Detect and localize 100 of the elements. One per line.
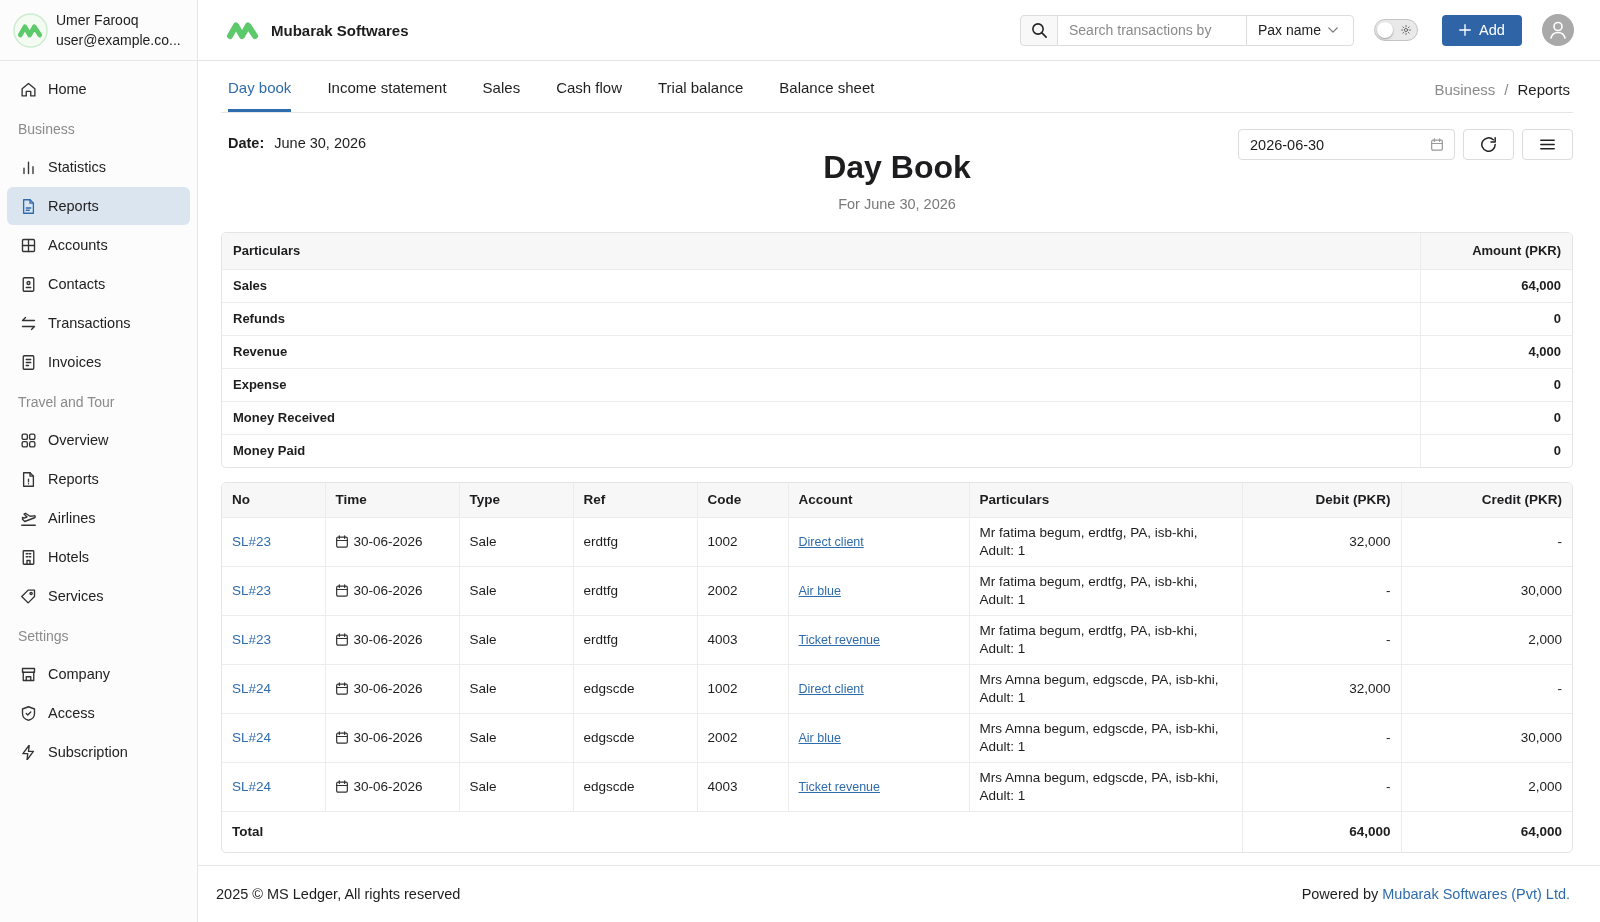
calendar-icon — [335, 535, 348, 548]
table-icon — [21, 237, 36, 253]
table-cell: 0 — [1420, 368, 1572, 401]
transaction-link[interactable]: SL#23 — [232, 582, 272, 598]
sidebar-item[interactable]: Access — [7, 694, 190, 732]
table-cell: Refunds — [222, 302, 1420, 335]
table-cell: edgscde — [573, 762, 697, 811]
search-field[interactable]: Search transactions by — [1058, 14, 1246, 46]
sidebar-item[interactable]: Services — [7, 577, 190, 615]
table-cell: 30,000 — [1401, 713, 1572, 762]
tab[interactable]: Balance sheet — [779, 61, 875, 112]
table-cell: Sale — [459, 615, 573, 664]
brand-name: Mubarak Softwares — [271, 21, 409, 39]
table-cell: - — [1401, 517, 1572, 566]
sidebar-item[interactable]: Home — [7, 70, 190, 108]
filter-dropdown[interactable]: Pax name — [1246, 14, 1354, 46]
nav-section-label: Settings — [17, 626, 70, 646]
breadcrumb-current: Reports — [1517, 80, 1570, 98]
plus-icon — [1459, 24, 1472, 36]
table-cell: erdtfg — [573, 615, 697, 664]
table-cell: Expense — [222, 368, 1420, 401]
table-cell: Sale — [459, 713, 573, 762]
table-cell: - — [1401, 664, 1572, 713]
date-text: 30-06-2026 — [353, 728, 423, 747]
sidebar-item[interactable]: Overview — [7, 421, 190, 459]
sidebar-item[interactable]: Reports — [7, 187, 190, 225]
file-icon — [21, 471, 36, 487]
transaction-link[interactable]: SL#23 — [232, 631, 272, 647]
table-cell: 32,000 — [1242, 517, 1401, 566]
menu-button[interactable] — [1522, 129, 1573, 160]
account-link[interactable]: Ticket revenue — [798, 779, 881, 794]
lightning-icon — [21, 744, 36, 760]
date-text: 30-06-2026 — [353, 581, 423, 600]
tab[interactable]: Cash flow — [556, 61, 622, 112]
date-text: 30-06-2026 — [353, 777, 423, 796]
table-cell: 30,000 — [1401, 566, 1572, 615]
add-button[interactable]: Add — [1442, 14, 1522, 46]
sun-icon — [1401, 25, 1411, 35]
account-link[interactable]: Direct client — [798, 534, 864, 549]
calendar-icon[interactable] — [1431, 138, 1443, 151]
date-value: June 30, 2026 — [274, 134, 367, 153]
sidebar-item[interactable]: Contacts — [7, 265, 190, 303]
table-cell: Mrs Amna begum, edgscde, PA, isb-khi, Adult: 1 — [969, 762, 1242, 811]
search-button[interactable] — [1020, 14, 1058, 46]
table-cell: Sales — [222, 269, 1420, 302]
sidebar-item[interactable]: Transactions — [7, 304, 190, 342]
table-cell: edgscde — [573, 664, 697, 713]
copyright-text: 2025 © MS Ledger, All rights reserved — [216, 886, 461, 902]
tab[interactable]: Sales — [482, 61, 521, 112]
account-link[interactable]: Ticket revenue — [798, 632, 881, 647]
sidebar-item[interactable]: Hotels — [7, 538, 190, 576]
user-email: user@example.co... — [56, 31, 181, 49]
sidebar-item[interactable]: Invoices — [7, 343, 190, 381]
column-header: Code — [697, 483, 788, 517]
transaction-link[interactable]: SL#24 — [232, 729, 272, 745]
logo-icon — [13, 12, 48, 48]
sidebar-item[interactable]: Reports — [7, 460, 190, 498]
column-header: Type — [459, 483, 573, 517]
report-subtitle: For June 30, 2026 — [838, 195, 956, 214]
theme-toggle[interactable] — [1374, 19, 1418, 41]
transaction-link[interactable]: SL#24 — [232, 680, 272, 696]
nav-section-label: Travel and Tour — [17, 392, 116, 412]
breadcrumb-separator: / — [1504, 80, 1509, 98]
date-field[interactable]: 2026-06-30 — [1238, 129, 1455, 160]
transaction-link[interactable]: SL#23 — [232, 533, 272, 549]
table-cell: Money Received — [222, 401, 1420, 434]
sidebar-item[interactable]: Company — [7, 655, 190, 693]
sidebar-item[interactable]: Statistics — [7, 148, 190, 186]
chevron-down-icon — [1328, 27, 1339, 33]
calendar-icon — [335, 584, 348, 597]
bar-chart-icon — [21, 159, 36, 175]
table-cell: Mr fatima begum, erdtfg, PA, isb-khi, Adult: 1 — [969, 566, 1242, 615]
table-cell: 4003 — [697, 615, 788, 664]
table-cell: Mr fatima begum, erdtfg, PA, isb-khi, Adult: 1 — [969, 615, 1242, 664]
sidebar-item[interactable]: Airlines — [7, 499, 190, 537]
table-cell: - — [1242, 762, 1401, 811]
company-link[interactable]: Mubarak Softwares (Pvt) Ltd. — [1382, 886, 1570, 902]
tab[interactable]: Trial balance — [658, 61, 744, 112]
tab[interactable]: Day book — [228, 61, 292, 112]
table-cell: 2002 — [697, 713, 788, 762]
refresh-button[interactable] — [1463, 129, 1514, 160]
calendar-icon — [335, 731, 348, 744]
table-cell: 0 — [1420, 302, 1572, 335]
sidebar-item[interactable]: Subscription — [7, 733, 190, 771]
calendar-icon — [335, 682, 348, 695]
tag-icon — [21, 588, 36, 604]
tab[interactable]: Income statement — [327, 61, 447, 112]
column-header: Ref — [573, 483, 697, 517]
sidebar-item[interactable]: Accounts — [7, 226, 190, 264]
transaction-link[interactable]: SL#24 — [232, 778, 272, 794]
column-header: Particulars — [969, 483, 1242, 517]
column-header: Amount (PKR) — [1420, 233, 1572, 269]
table-cell: 2,000 — [1401, 762, 1572, 811]
date-text: 30-06-2026 — [353, 679, 423, 698]
breadcrumb-link[interactable]: Business — [1434, 80, 1496, 98]
report-title: Day Book — [823, 148, 971, 186]
account-link[interactable]: Direct client — [798, 681, 864, 696]
calendar-icon — [335, 633, 348, 646]
account-link[interactable]: Air blue — [798, 583, 841, 598]
account-link[interactable]: Air blue — [798, 730, 841, 745]
